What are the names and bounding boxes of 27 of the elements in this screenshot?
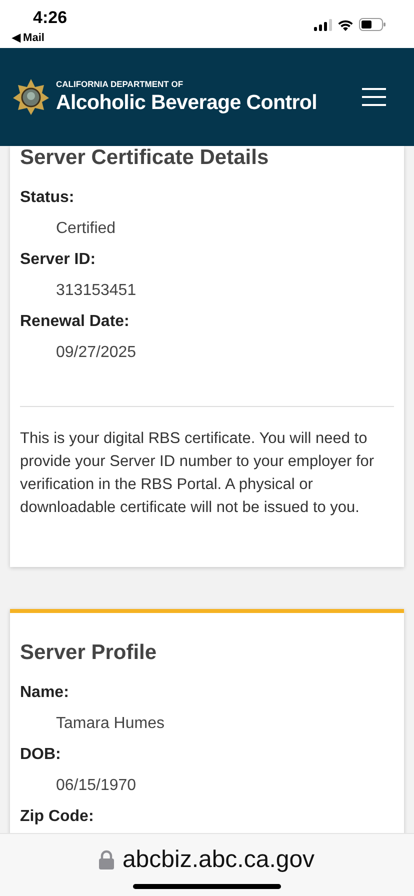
certificate-note: This is your digital RBS certificate. You will need to provide your Server ID number to your employer for verification in the RBS Portal. A physical or downloadable certificate will not be issued to you. — [20, 429, 376, 518]
back-link[interactable]: ◀ Mail — [12, 31, 44, 45]
menu-icon — [362, 87, 386, 107]
menu-button[interactable] — [362, 87, 386, 107]
card-title: Server Certificate Details — [20, 146, 270, 170]
wifi-icon — [337, 18, 354, 30]
field-label: Status: — [20, 188, 76, 208]
lock-icon — [99, 850, 114, 870]
field-label: DOB: — [20, 745, 62, 765]
field-value: 06/15/1970 — [55, 776, 138, 796]
field-value: Certified — [55, 219, 117, 239]
field-label: Zip Code: — [20, 807, 95, 827]
field-label: Name: — [20, 683, 70, 703]
field-label: Renewal Date: — [20, 312, 130, 332]
field-value: Tamara Humes — [55, 714, 166, 734]
url-text: abcbiz.abc.ca.gov — [122, 846, 315, 874]
star-badge-icon — [12, 78, 50, 116]
field-value: 313153451 — [55, 281, 138, 301]
field-value: 09/27/2025 — [55, 343, 138, 363]
agency-title: Alcoholic Beverage Control — [56, 90, 318, 116]
signal-icon — [314, 18, 332, 30]
battery-icon — [359, 18, 386, 31]
card-title: Server Profile — [20, 641, 158, 665]
address-bar[interactable]: abcbiz.abc.ca.gov — [0, 833, 414, 896]
field-label: Server ID: — [20, 250, 97, 270]
clock-time: 4:26 — [33, 8, 68, 28]
department-subtitle: CALIFORNIA DEPARTMENT OF — [56, 78, 184, 90]
